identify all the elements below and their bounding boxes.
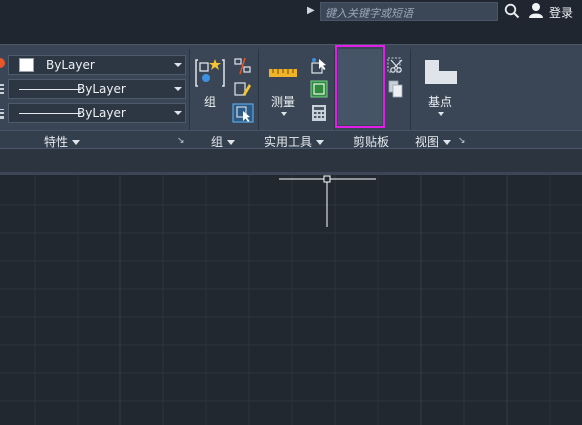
ungroup-icon[interactable]: [234, 57, 252, 75]
linetype-preview: [19, 89, 81, 90]
user-icon[interactable]: [528, 2, 544, 19]
search-icon[interactable]: [504, 3, 520, 19]
search-input[interactable]: 键入关键字或短语: [320, 2, 498, 21]
lineweight-preview: [19, 113, 81, 114]
file-tab-strip: [0, 148, 582, 172]
grid-minor-lines: [0, 175, 582, 425]
color-dropdown[interactable]: ByLayer: [8, 55, 186, 75]
drawing-canvas[interactable]: [0, 172, 582, 425]
grid: [0, 175, 582, 425]
linetype-icon: [0, 83, 6, 95]
copy-icon[interactable]: [387, 80, 405, 98]
color-wheel-icon: [0, 57, 6, 69]
crosshair-cursor: [279, 175, 376, 227]
dialog-launcher-icon[interactable]: ↘: [177, 136, 185, 146]
chevron-down-icon[interactable]: [171, 56, 185, 74]
measure-icon[interactable]: [268, 65, 298, 79]
grid-major-lines: [119, 175, 508, 425]
group-icon[interactable]: [195, 57, 225, 89]
color-value: ByLayer: [46, 58, 95, 72]
highlight-box: [335, 45, 385, 128]
title-bar: ▶ 键入关键字或短语 登录: [0, 0, 582, 44]
color-swatch: [19, 58, 34, 72]
lineweight-dropdown[interactable]: ByLayer: [8, 103, 186, 123]
base-point-icon[interactable]: [424, 59, 458, 85]
chevron-down-icon[interactable]: [281, 112, 287, 116]
select-similar-icon[interactable]: [310, 80, 328, 98]
base-point-button[interactable]: 基点: [428, 93, 452, 110]
linetype-dropdown[interactable]: ByLayer: [8, 79, 186, 99]
chevron-down-icon: [227, 140, 236, 145]
group-edit-icon[interactable]: [234, 80, 252, 98]
chevron-down-icon: [443, 140, 452, 145]
login-link[interactable]: 登录: [549, 4, 573, 21]
group-select-icon[interactable]: [232, 103, 254, 123]
panel-label-bar: 特性 ↘ 组 实用工具 剪贴板 视图 ↘: [0, 130, 582, 149]
lineweight-value: ByLayer: [77, 106, 126, 120]
quick-select-icon[interactable]: [310, 57, 328, 75]
chevron-down-icon[interactable]: [171, 104, 185, 122]
dialog-launcher-icon[interactable]: ↘: [458, 136, 466, 146]
measure-button[interactable]: 测量: [271, 93, 295, 110]
chevron-down-icon[interactable]: [171, 80, 185, 98]
expand-arrow-icon[interactable]: ▶: [307, 5, 315, 16]
chevron-down-icon[interactable]: [438, 112, 444, 116]
linetype-value: ByLayer: [77, 82, 126, 96]
ribbon: ByLayer ByLayer ByLayer 组 测量 基点 特性 ↘ 组 实…: [0, 44, 582, 149]
calculator-icon[interactable]: [311, 104, 327, 122]
cut-icon[interactable]: [387, 57, 405, 75]
lineweight-icon: [0, 107, 6, 119]
chevron-down-icon: [72, 140, 81, 145]
search-placeholder: 键入关键字或短语: [325, 7, 413, 20]
group-button[interactable]: 组: [204, 93, 216, 110]
chevron-down-icon: [316, 140, 325, 145]
